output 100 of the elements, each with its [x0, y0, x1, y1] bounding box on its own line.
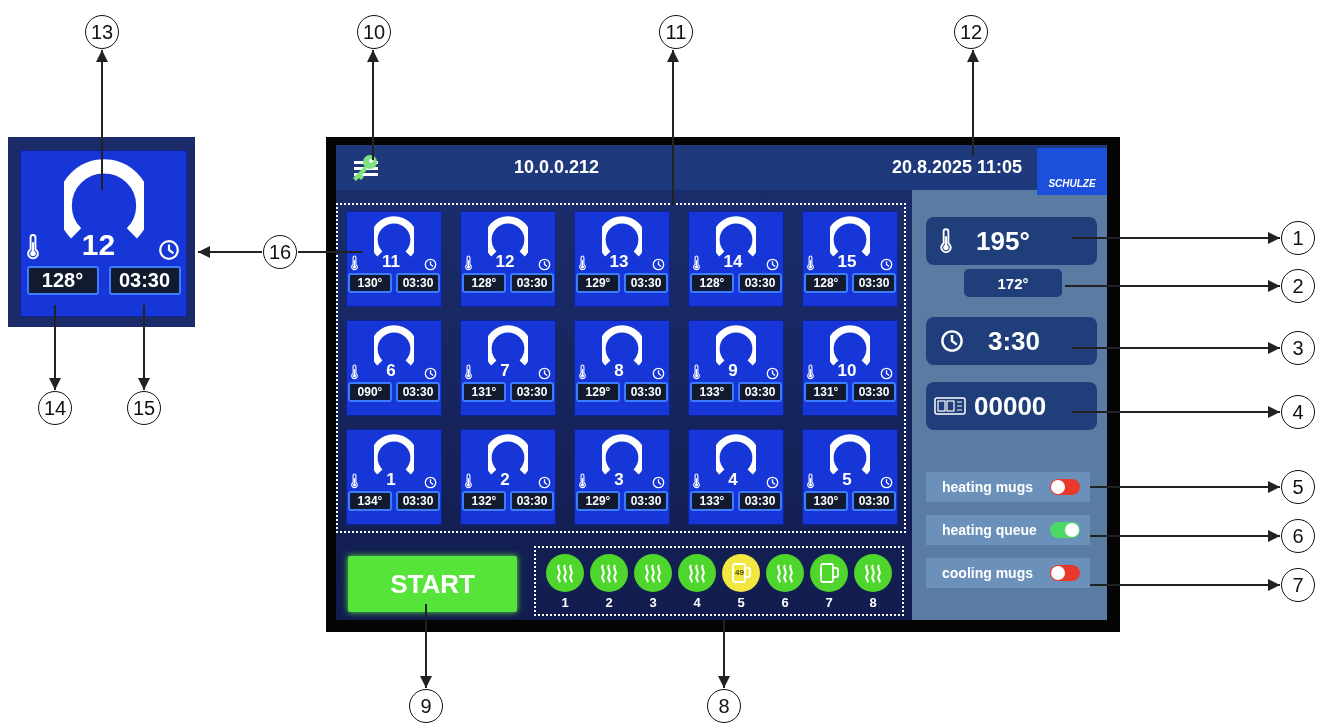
clock-icon	[424, 367, 437, 380]
pot-number: 1	[386, 471, 396, 489]
callout-number: 3	[1281, 331, 1315, 365]
thermometer-icon	[579, 255, 586, 271]
pot-tile[interactable]: 1 134° 03:30	[346, 429, 442, 525]
steam-icon	[555, 563, 575, 583]
mug-slot-button[interactable]	[810, 554, 848, 592]
clock-icon	[880, 367, 893, 380]
steam-icon	[599, 563, 619, 583]
callout-number: 5	[1281, 470, 1315, 504]
pot-tile[interactable]: 4 133° 03:30	[688, 429, 784, 525]
pot-tile[interactable]: 13 129° 03:30	[574, 211, 670, 307]
toggle-label: heating queue	[942, 522, 1037, 538]
pot-tile[interactable]: 3 129° 03:30	[574, 429, 670, 525]
mug-slot-button[interactable]	[766, 554, 804, 592]
temperature-value: 129°	[576, 273, 620, 293]
thermometer-icon	[579, 364, 586, 380]
temperature-value: 133°	[690, 382, 734, 402]
pot-number: 3	[614, 471, 624, 489]
pot-tile[interactable]: 11 130° 03:30	[346, 211, 442, 307]
pot-tile[interactable]: 14 128° 03:30	[688, 211, 784, 307]
pot-number: 15	[837, 253, 857, 271]
pot-tile[interactable]: 2 132° 03:30	[460, 429, 556, 525]
clock-icon	[880, 476, 893, 489]
time-value: 03:30	[510, 273, 554, 293]
clock-icon	[424, 258, 437, 271]
pot-tile[interactable]: 12 128° 03:30	[20, 150, 187, 317]
pot-tile[interactable]: 9 133° 03:30	[688, 320, 784, 416]
counter-icon	[934, 397, 966, 415]
pot-tile[interactable]: 12 128° 03:30	[460, 211, 556, 307]
pot-tile[interactable]: 6 090° 03:30	[346, 320, 442, 416]
slot-number: 4	[693, 595, 701, 610]
pot-tile[interactable]: 15 128° 03:30	[802, 211, 898, 307]
ip-address: 10.0.0.212	[514, 157, 600, 178]
callout-number: 11	[659, 15, 693, 49]
callout-number: 15	[127, 391, 161, 425]
toggle-switch[interactable]	[1050, 522, 1080, 538]
pot-number: 6	[386, 362, 396, 380]
thermometer-icon	[807, 364, 814, 380]
clock-icon	[538, 258, 551, 271]
pot-number: 12	[495, 253, 515, 271]
toggle-switch[interactable]	[1050, 479, 1080, 495]
thermometer-icon	[807, 473, 814, 489]
pot-number: 9	[728, 362, 738, 380]
time-display[interactable]: 3:30	[926, 317, 1097, 365]
toggle-switch[interactable]	[1050, 565, 1080, 581]
pot-tile[interactable]: 7 131° 03:30	[460, 320, 556, 416]
time-value: 03:30	[624, 273, 668, 293]
thermometer-icon	[693, 255, 700, 271]
actual-temperature-display: 172°	[964, 269, 1062, 297]
thermometer-icon	[351, 364, 358, 380]
slot-number: 1	[561, 595, 569, 610]
slot-number: 6	[781, 595, 789, 610]
clock-icon	[538, 476, 551, 489]
callout-number: 8	[707, 689, 741, 723]
time-value: 03:30	[510, 382, 554, 402]
temperature-value: 134°	[348, 491, 392, 511]
clock-icon	[766, 367, 779, 380]
brand-logo: SCHULZE	[1037, 148, 1107, 195]
counter-display[interactable]: 00000	[926, 382, 1097, 430]
clock-icon	[652, 476, 665, 489]
temperature-value: 129°	[576, 382, 620, 402]
mug-slot-button[interactable]	[854, 554, 892, 592]
set-temperature-display[interactable]: 195°	[926, 217, 1097, 265]
pot-tile[interactable]: 8 129° 03:30	[574, 320, 670, 416]
pot-tile[interactable]: 10 131° 03:30	[802, 320, 898, 416]
pot-number: 10	[837, 362, 857, 380]
pot-tile[interactable]: 5 130° 03:30	[802, 429, 898, 525]
time-value: 03:30	[738, 382, 782, 402]
mug-slot-button[interactable]	[590, 554, 628, 592]
pot-number: 12	[81, 229, 116, 261]
callout-number: 4	[1281, 395, 1315, 429]
time-value: 03:30	[510, 491, 554, 511]
temperature-value: 128°	[690, 273, 734, 293]
callout-number: 14	[38, 391, 72, 425]
mug-slot-button[interactable]	[634, 554, 672, 592]
time-value: 03:30	[852, 382, 896, 402]
clock-icon	[766, 476, 779, 489]
mug-slot-button[interactable]	[546, 554, 584, 592]
thermometer-icon	[693, 473, 700, 489]
slot-number: 2	[605, 595, 613, 610]
temperature-value: 128°	[462, 273, 506, 293]
pot-number: 5	[842, 471, 852, 489]
steam-icon	[863, 563, 883, 583]
temperature-value: 131°	[462, 382, 506, 402]
pot-number: 14	[723, 253, 743, 271]
thermometer-icon	[465, 255, 472, 271]
clock-icon	[652, 258, 665, 271]
date-time: 20.8.2025 11:05	[891, 157, 1022, 178]
toggle-label: heating mugs	[942, 479, 1033, 495]
clock-icon	[880, 258, 893, 271]
mug-icon	[818, 562, 840, 584]
mug-slot-button[interactable]: 49	[722, 554, 760, 592]
steam-icon	[687, 563, 707, 583]
mug-slot-button[interactable]	[678, 554, 716, 592]
clock-icon	[940, 329, 964, 353]
pot-number: 11	[382, 253, 400, 271]
temperature-value: 133°	[690, 491, 734, 511]
temperature-value: 090°	[348, 382, 392, 402]
time-value: 03:30	[852, 491, 896, 511]
